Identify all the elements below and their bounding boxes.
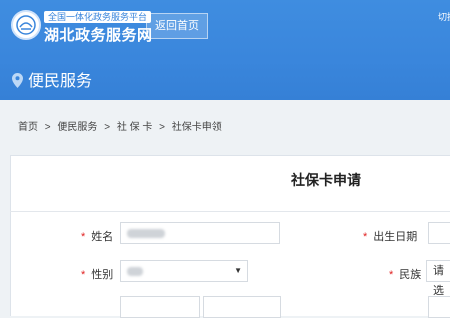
redacted-gender [127,267,143,276]
birth-date-label: * 出生日期 [363,231,418,243]
birth-date-field[interactable] [428,222,450,244]
breadcrumb-social-card[interactable]: 社 保 卡 [117,122,153,133]
name-field[interactable] [120,222,280,244]
site-title[interactable]: 湖北政务服务网 [44,24,153,45]
breadcrumb: 首页 > 便民服务 > 社 保 卡 > 社保卡申领 [18,118,226,133]
form-title: 社保卡申请 [291,172,361,188]
site-header: 全国一体化政务服务平台 湖北政务服务网 返回首页 切换 便民服务 [0,0,450,100]
redacted-name [127,229,165,238]
ethnicity-select[interactable]: 请选 [426,260,450,297]
name-label: * 姓名 [81,231,114,243]
next-row-field[interactable] [120,296,200,318]
back-home-button[interactable]: 返回首页 [146,13,208,39]
breadcrumb-home[interactable]: 首页 [18,122,38,133]
location-pin-icon [12,73,23,93]
breadcrumb-separator: > [104,122,111,133]
breadcrumb-separator: > [159,122,165,133]
page-heading: 便民服务 [12,67,92,93]
ethnicity-label: * 民族 [389,269,422,281]
page-heading-text: 便民服务 [28,73,93,90]
required-mark: * [81,269,86,281]
dropdown-caret-icon: ▼ [234,266,242,275]
gender-label: * 性别 [81,269,114,281]
required-mark: * [389,269,394,281]
form-divider [10,211,450,212]
breadcrumb-convenience[interactable]: 便民服务 [57,122,97,133]
breadcrumb-separator: > [44,122,51,133]
switch-link[interactable]: 切换 [438,10,450,23]
next-row-field[interactable] [203,296,281,318]
required-mark: * [363,231,368,243]
emblem-icon[interactable] [11,10,41,40]
platform-tagline: 全国一体化政务服务平台 [44,11,152,23]
required-mark: * [81,231,86,243]
gender-select[interactable]: ▼ [120,260,248,282]
next-row-field[interactable] [428,296,450,318]
breadcrumb-current: 社保卡申领 [171,122,222,133]
